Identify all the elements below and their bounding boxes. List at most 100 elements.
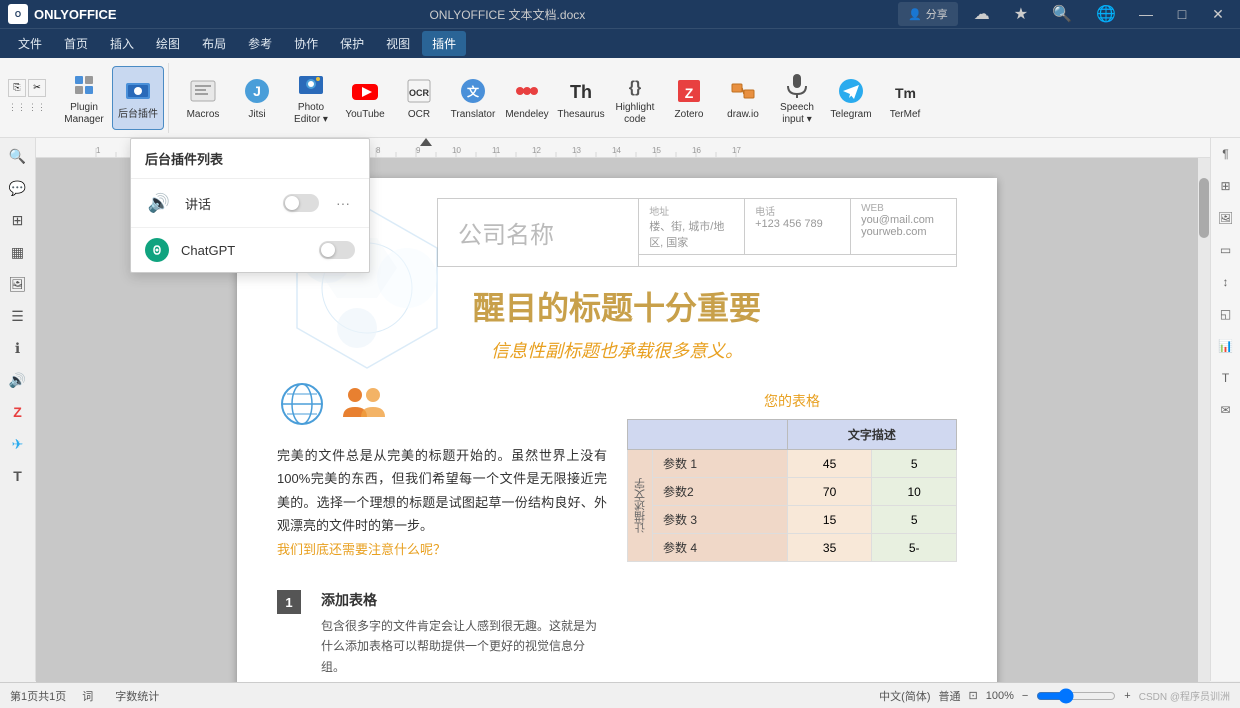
section-title: 添加表格 bbox=[321, 590, 607, 610]
sidebar-layout[interactable]: ⊞ bbox=[4, 206, 32, 234]
language-selector[interactable]: 中文(简体) bbox=[879, 688, 930, 704]
menu-draw[interactable]: 绘图 bbox=[146, 31, 190, 56]
status-left: 第1页共1页 词 字数统计 bbox=[10, 686, 165, 706]
youtube-button[interactable]: YouTube bbox=[339, 66, 391, 130]
logo-text: ONLYOFFICE bbox=[34, 7, 117, 22]
translator-button[interactable]: 文 Translator bbox=[447, 66, 499, 130]
chatgpt-toggle[interactable] bbox=[319, 241, 355, 259]
termef-button[interactable]: Tm TerMef bbox=[879, 66, 931, 130]
svg-text:10: 10 bbox=[452, 146, 461, 155]
sidebar-right-header[interactable]: ↕ bbox=[1214, 270, 1238, 294]
maximize-button[interactable]: □ bbox=[1168, 0, 1196, 28]
section-text: 包含很多字的文件肯定会让人感到很无趣。这就是为什么添加表格可以帮助提供一个更好的… bbox=[321, 616, 607, 677]
menu-collaborate[interactable]: 协作 bbox=[284, 31, 328, 56]
word-count-button[interactable]: 字数统计 bbox=[109, 686, 165, 706]
speech-toggle[interactable] bbox=[283, 194, 319, 212]
macros-icon bbox=[187, 75, 219, 107]
zotero-button[interactable]: Z Zotero bbox=[663, 66, 715, 130]
highlight-code-label: Highlightcode bbox=[616, 102, 655, 126]
star-button[interactable]: ★ bbox=[1006, 0, 1036, 28]
toolbar-small-1[interactable]: ⎘ bbox=[8, 79, 26, 97]
speech-input-button[interactable]: Speechinput ▾ bbox=[771, 66, 823, 130]
sidebar-volume[interactable]: 🔊 bbox=[4, 366, 32, 394]
photo-editor-button[interactable]: PhotoEditor ▾ bbox=[285, 66, 337, 130]
minimize-button[interactable]: — bbox=[1132, 0, 1160, 28]
table-header: 文字描述 bbox=[787, 420, 956, 450]
menu-home[interactable]: 首页 bbox=[54, 31, 98, 56]
photo-editor-icon bbox=[295, 70, 327, 100]
jitsi-label: Jitsi bbox=[248, 109, 265, 121]
menu-insert[interactable]: 插入 bbox=[100, 31, 144, 56]
telegram-button[interactable]: Telegram bbox=[825, 66, 877, 130]
sidebar-right-layout[interactable]: ▭ bbox=[1214, 238, 1238, 262]
doc-mode-button[interactable]: 普通 bbox=[939, 688, 961, 704]
sidebar-chat[interactable]: 💬 bbox=[4, 174, 32, 202]
menu-plugins[interactable]: 插件 bbox=[422, 31, 466, 56]
svg-text:11: 11 bbox=[492, 146, 501, 155]
menu-protect[interactable]: 保护 bbox=[330, 31, 374, 56]
highlight-code-icon: {} bbox=[619, 70, 651, 100]
sidebar-right-mail[interactable]: ✉ bbox=[1214, 398, 1238, 422]
svg-text:OCR: OCR bbox=[409, 88, 430, 98]
header-search-button[interactable]: 🔍 bbox=[1044, 0, 1080, 28]
jitsi-button[interactable]: J Jitsi bbox=[231, 66, 283, 130]
zoom-level: 100% bbox=[986, 690, 1014, 702]
sidebar-zotero[interactable]: Z bbox=[4, 398, 32, 426]
menu-view[interactable]: 视图 bbox=[376, 31, 420, 56]
mendeley-button[interactable]: Mendeley bbox=[501, 66, 553, 130]
table-row-header: 让描述文字 bbox=[628, 450, 653, 562]
sidebar-right-text[interactable]: T bbox=[1214, 366, 1238, 390]
sidebar-table[interactable]: ▦ bbox=[4, 238, 32, 266]
sidebar-right: ¶ ⊞ 🖼 ▭ ↕ ◱ 📊 T ✉ bbox=[1210, 138, 1240, 681]
speech-more-button[interactable]: ··· bbox=[331, 191, 355, 215]
company-name: 公司名称 bbox=[438, 199, 638, 266]
share-button[interactable]: 👤 分享 bbox=[898, 2, 958, 26]
sidebar-image[interactable]: 🖼 bbox=[4, 270, 32, 298]
translator-icon: 文 bbox=[457, 75, 489, 107]
speech-input-label: Speechinput ▾ bbox=[780, 102, 814, 126]
drawio-button[interactable]: draw.io bbox=[717, 66, 769, 130]
sidebar-termef[interactable]: T bbox=[4, 462, 32, 490]
sidebar-right-image[interactable]: 🖼 bbox=[1214, 206, 1238, 230]
ocr-button[interactable]: OCR OCR bbox=[393, 66, 445, 130]
sidebar-right-paragraph[interactable]: ¶ bbox=[1214, 142, 1238, 166]
sidebar-telegram[interactable]: ✈ bbox=[4, 430, 32, 458]
active-plugin-label: 后台插件 bbox=[118, 109, 158, 121]
body-link: 我们到底还需要注意什么呢？ bbox=[277, 542, 446, 557]
profile-button[interactable]: 🌐 bbox=[1088, 0, 1124, 28]
chatgpt-toggle-knob bbox=[321, 243, 335, 257]
mendeley-label: Mendeley bbox=[505, 109, 548, 121]
table-row: 参数2 70 10 bbox=[628, 478, 957, 506]
sidebar-right-chart[interactable]: 📊 bbox=[1214, 334, 1238, 358]
web-value1: you@mail.com bbox=[861, 214, 946, 226]
zoom-slider[interactable] bbox=[1036, 688, 1116, 704]
toolbar-small-4[interactable]: ⋮⋮ bbox=[28, 99, 46, 117]
fit-page-button[interactable]: ⊡ bbox=[969, 689, 978, 702]
zoom-in-button[interactable]: + bbox=[1124, 690, 1130, 702]
share-label: 分享 bbox=[926, 6, 948, 22]
sidebar-right-scroll[interactable]: ◱ bbox=[1214, 302, 1238, 326]
sidebar-list[interactable]: ☰ bbox=[4, 302, 32, 330]
sidebar-info[interactable]: ℹ bbox=[4, 334, 32, 362]
sidebar-search[interactable]: 🔍 bbox=[4, 142, 32, 170]
active-plugin-button[interactable]: 后台插件 bbox=[112, 66, 164, 130]
menu-layout[interactable]: 布局 bbox=[192, 31, 236, 56]
zoom-out-button[interactable]: − bbox=[1022, 690, 1028, 702]
plugin-manager-button[interactable]: PluginManager bbox=[58, 66, 110, 130]
toolbar-small-3[interactable]: ⋮⋮ bbox=[8, 99, 26, 117]
toolbar-small-2[interactable]: ✂ bbox=[28, 79, 46, 97]
thesaurus-button[interactable]: Th Thesaurus bbox=[555, 66, 607, 130]
close-button[interactable]: ✕ bbox=[1204, 0, 1232, 28]
statusbar: 第1页共1页 词 字数统计 中文(简体) 普通 ⊡ 100% − + CSDN … bbox=[0, 682, 1240, 708]
sidebar-right-table[interactable]: ⊞ bbox=[1214, 174, 1238, 198]
speech-toggle-knob bbox=[285, 196, 299, 210]
menu-file[interactable]: 文件 bbox=[8, 31, 52, 56]
highlight-code-button[interactable]: {} Highlightcode bbox=[609, 66, 661, 130]
address-label: 地址 bbox=[649, 203, 734, 218]
menu-reference[interactable]: 参考 bbox=[238, 31, 282, 56]
address-value: 楼、街, 城市/地区, 国家 bbox=[649, 218, 734, 250]
dropdown-title: 后台插件列表 bbox=[131, 139, 369, 179]
macros-button[interactable]: Macros bbox=[177, 66, 229, 130]
svg-text:9: 9 bbox=[416, 146, 421, 155]
save-cloud-button[interactable]: ☁ bbox=[966, 0, 998, 28]
